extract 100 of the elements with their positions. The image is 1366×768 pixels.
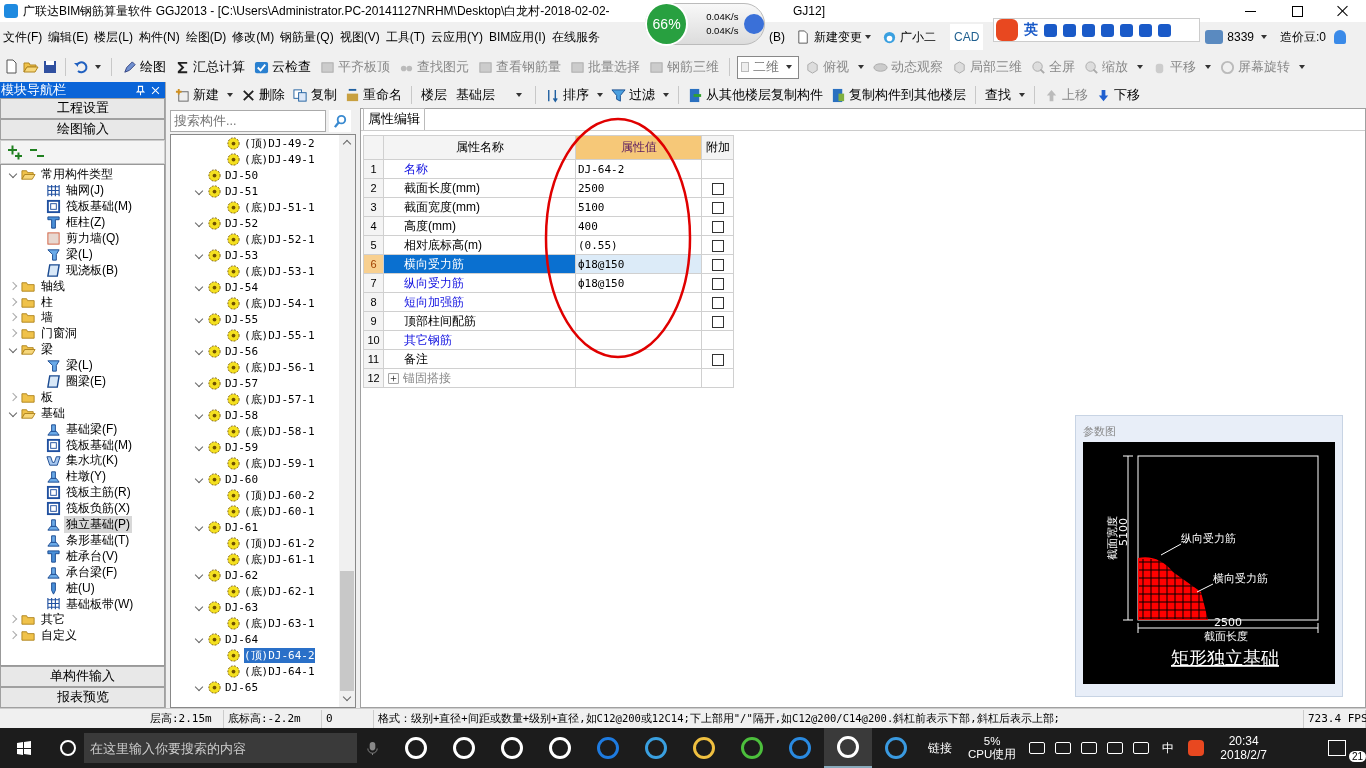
tree-item[interactable]: 筏板基础(M) [64, 436, 134, 454]
tree-item[interactable]: (底)DJ-53-1 [244, 263, 315, 279]
tree-item[interactable]: (底)DJ-61-1 [244, 551, 315, 567]
tree-item[interactable]: (底)DJ-51-1 [244, 199, 315, 215]
save-icon[interactable] [42, 59, 58, 75]
notification-icon[interactable] [1327, 740, 1346, 756]
dropdown-arrow-icon[interactable] [663, 93, 669, 97]
property-name[interactable]: 备注 [404, 351, 428, 366]
tree-item[interactable]: 梁(L) [64, 357, 95, 375]
tree-item[interactable]: DJ-65 [225, 680, 259, 694]
checkbox[interactable] [711, 201, 724, 214]
undo-icon[interactable] [73, 59, 89, 75]
property-name[interactable]: 其它钢筋 [404, 332, 452, 347]
tree-item[interactable]: (底)DJ-54-1 [244, 295, 315, 311]
toolbar-button[interactable]: 过滤 [608, 84, 658, 106]
tree-item[interactable]: (底)DJ-57-1 [244, 391, 315, 407]
menu-item[interactable]: 钢筋量(Q) [277, 28, 337, 46]
tree-item[interactable]: (顶)DJ-60-2 [244, 487, 315, 503]
checkbox[interactable] [711, 220, 724, 233]
tree-item[interactable]: 框柱(Z) [64, 214, 108, 232]
nav-button[interactable]: 绘图输入 [0, 119, 165, 140]
menu-item[interactable]: 云应用(Y) [428, 28, 486, 46]
tree-item[interactable]: DJ-63 [225, 600, 259, 614]
menu-item[interactable]: 编辑(E) [45, 28, 92, 46]
tree-item[interactable]: DJ-57 [225, 376, 259, 390]
taskbar-app[interactable] [824, 728, 872, 768]
tree-item[interactable]: 轴线 [39, 277, 67, 295]
property-name[interactable]: 锚固搭接 [403, 370, 451, 385]
tree-item[interactable]: 轴网(J) [64, 182, 106, 200]
menu-item[interactable]: 楼层(L) [91, 28, 136, 46]
tree-item[interactable]: 梁 [39, 341, 55, 359]
floor-dropdown[interactable]: 基础层 [452, 86, 529, 104]
toolbar-button[interactable]: 下移 [1093, 84, 1143, 106]
dropdown-arrow-icon[interactable] [597, 93, 603, 97]
toolbar-button[interactable]: 查找 [982, 84, 1014, 106]
tree-item[interactable]: 自定义 [39, 627, 79, 645]
clock-time[interactable]: 20:34 [1228, 734, 1259, 748]
scroll-thumb[interactable] [340, 571, 354, 691]
tree-item[interactable]: (顶)DJ-61-2 [244, 535, 315, 551]
clock-date[interactable]: 2018/2/7 [1220, 748, 1267, 762]
menu-item[interactable]: 视图(V) [336, 28, 383, 46]
tree-item[interactable]: 梁(L) [64, 245, 95, 263]
tree-item[interactable]: (底)DJ-58-1 [244, 423, 315, 439]
menu-item[interactable]: 修改(M) [229, 28, 278, 46]
tree-item[interactable]: (底)DJ-64-1 [244, 663, 315, 679]
column-header[interactable]: 附加 [701, 135, 734, 160]
tree-item[interactable]: 门窗洞 [39, 325, 79, 343]
tree-item[interactable]: DJ-53 [225, 248, 259, 262]
tree-item[interactable]: 剪力墙(Q) [64, 230, 122, 247]
ime-mode[interactable]: 英 [1024, 21, 1038, 39]
tree-item[interactable]: 筏板基础(M) [64, 198, 134, 216]
tree-item[interactable]: 其它 [39, 611, 67, 629]
nav-button[interactable]: 工程设置 [0, 98, 165, 119]
tree-item[interactable]: 集水坑(K) [64, 452, 120, 470]
document-icon[interactable] [4, 59, 20, 75]
toolbar-button[interactable]: 从其他楼层复制构件 [685, 84, 826, 106]
expand-all-icon[interactable] [7, 144, 23, 160]
tree-item[interactable]: (底)DJ-52-1 [244, 231, 315, 247]
menu-item[interactable]: BIM应用(I) [486, 28, 549, 46]
menu-tool-button[interactable]: 新建变更 [796, 28, 862, 46]
tree-item[interactable]: 常用构件类型 [39, 166, 115, 184]
toolbar-button[interactable]: 排序 [542, 84, 592, 106]
checkbox[interactable] [711, 315, 724, 328]
tree-item[interactable]: (底)DJ-59-1 [244, 455, 315, 471]
toolbar-button[interactable]: 复制 [290, 84, 340, 106]
taskbar-search-field[interactable]: 在这里输入你要搜索的内容 [84, 733, 357, 763]
tree-item[interactable]: DJ-54 [225, 280, 259, 294]
tree-item[interactable]: 桩(U) [64, 579, 97, 597]
tree-item[interactable]: (底)DJ-63-1 [244, 615, 315, 631]
checkbox[interactable] [711, 258, 724, 271]
tree-item[interactable]: DJ-61 [225, 520, 259, 534]
tree-item[interactable]: (底)DJ-62-1 [244, 583, 315, 599]
checkbox[interactable] [711, 353, 724, 366]
toolbar-button[interactable]: 复制构件到其他楼层 [828, 84, 969, 106]
tree-item[interactable]: 基础梁(F) [64, 420, 120, 438]
dropdown-arrow-icon[interactable] [95, 65, 101, 69]
view-mode-dropdown[interactable]: 二维 [737, 55, 799, 79]
tree-item[interactable]: 圈梁(E) [64, 373, 108, 391]
dropdown-arrow-icon[interactable] [1137, 65, 1143, 69]
tree-item[interactable]: DJ-56 [225, 344, 259, 358]
tree-item[interactable]: 柱 [39, 293, 55, 311]
bell-icon[interactable] [1334, 30, 1346, 44]
tree-item[interactable]: (底)DJ-49-1 [244, 151, 315, 167]
tree-item[interactable]: DJ-52 [225, 216, 259, 230]
column-header[interactable]: 属性值 [575, 135, 702, 160]
property-value[interactable]: 2500 [578, 181, 605, 195]
dropdown-arrow-icon[interactable] [227, 93, 233, 97]
tree-item[interactable]: 板 [39, 388, 55, 406]
menu-item[interactable]: (B) [766, 30, 788, 44]
tree-item[interactable]: (底)DJ-55-1 [244, 327, 315, 343]
property-value[interactable]: 5100 [578, 200, 605, 214]
checkbox[interactable] [711, 277, 724, 290]
tree-item[interactable]: 基础板带(W) [64, 595, 136, 613]
checkbox[interactable] [711, 296, 724, 309]
tree-item[interactable]: 桩承台(V) [64, 547, 120, 565]
dropdown-arrow-icon[interactable] [1261, 35, 1267, 39]
toolbar-label[interactable]: 链接 [920, 739, 960, 757]
scrollbar[interactable] [339, 135, 355, 707]
sogou-icon[interactable] [996, 19, 1018, 41]
toolbar-button[interactable]: 绘图 [119, 56, 169, 78]
